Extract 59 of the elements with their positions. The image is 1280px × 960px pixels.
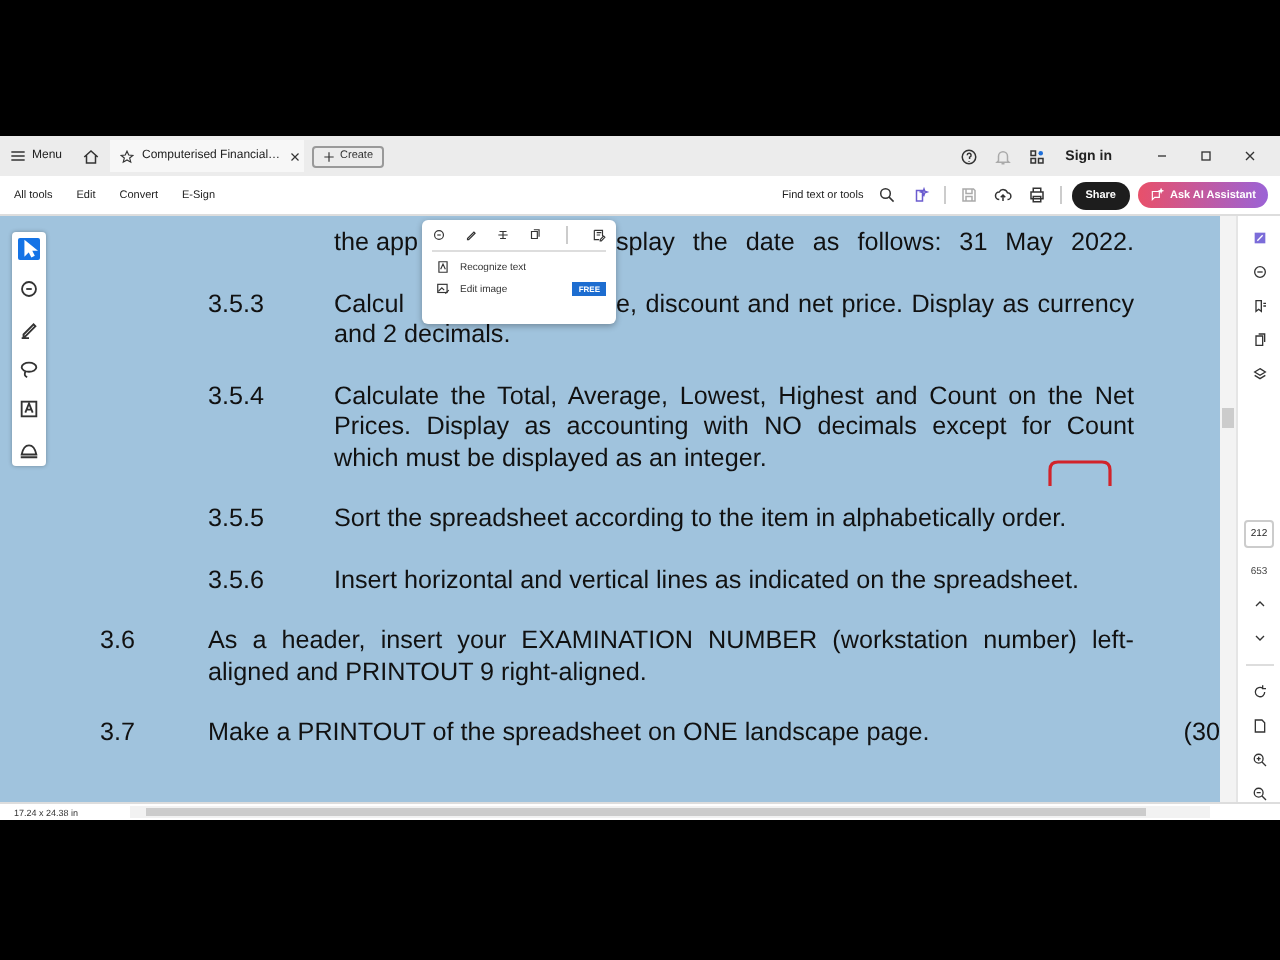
pen-icon[interactable] — [464, 228, 478, 242]
upload-icon[interactable] — [993, 186, 1012, 204]
lasso-icon[interactable] — [18, 358, 40, 380]
sparkle-document-icon[interactable] — [911, 186, 930, 204]
strikethrough-icon[interactable] — [496, 228, 510, 242]
text-box-icon[interactable] — [18, 398, 40, 420]
bookmark-icon[interactable] — [1251, 298, 1267, 314]
search-icon[interactable] — [877, 186, 896, 204]
text-fragment: and 2 decimals. — [334, 320, 513, 351]
circle-icon[interactable] — [18, 278, 40, 300]
text-document-icon — [436, 260, 450, 274]
text-fragment: Calcul — [334, 289, 404, 320]
section-number: 3.5.3 — [208, 289, 267, 320]
pen-icon[interactable] — [18, 318, 40, 340]
text-fragment: splay the date as follows: 31 May 2022. — [616, 228, 1134, 259]
paragraph: As a header, insert your EXAMINATION NUMBER (workstation number) left- aligned and PRINTOUT 9 right-aligned. — [208, 626, 1134, 688]
close-icon[interactable] — [288, 149, 303, 163]
home-icon[interactable] — [82, 147, 101, 165]
edit-pdf-icon[interactable] — [1251, 230, 1267, 246]
restore-icon[interactable] — [1198, 148, 1214, 164]
print-icon[interactable] — [1027, 186, 1046, 204]
paragraph: Sort the spreadsheet according to the item in alphabetically order. — [334, 504, 1069, 535]
paragraph: Insert horizontal and vertical lines as indicated on the spreadsheet. — [334, 565, 1081, 596]
close-icon[interactable] — [1242, 148, 1258, 164]
chevron-up-icon[interactable] — [1251, 596, 1267, 612]
help-icon[interactable] — [959, 147, 978, 165]
chat-sparkle-icon — [1150, 188, 1164, 202]
paragraph: Make a PRINTOUT of the spreadsheet on ONE landscape page. — [208, 718, 932, 749]
cursor-icon[interactable] — [18, 238, 40, 260]
scroll-thumb[interactable] — [1222, 408, 1234, 428]
scroll-thumb[interactable] — [146, 808, 1146, 816]
section-number: 3.5.5 — [208, 504, 267, 535]
comment-icon[interactable] — [1251, 264, 1267, 280]
star-icon — [120, 149, 135, 163]
apps-icon[interactable] — [1027, 147, 1046, 165]
zoom-in-icon[interactable] — [1251, 752, 1267, 768]
layers-icon[interactable] — [1251, 366, 1267, 382]
edit-document-icon[interactable] — [592, 228, 606, 242]
document-icon[interactable] — [1251, 718, 1267, 734]
menu-icon — [10, 148, 26, 164]
text-fragment: the app — [334, 228, 419, 259]
horizontal-scrollbar[interactable] — [130, 806, 1210, 818]
rotate-icon[interactable] — [1251, 684, 1267, 700]
plus-icon — [322, 149, 337, 163]
vertical-scrollbar[interactable] — [1220, 216, 1236, 802]
paragraph: Calculate the Total, Average, Lowest, Highest and Count on the Net Prices. Display as accounting with NO decimals except for Count which must be displayed as an integer. — [334, 381, 1134, 474]
bracket-mark — [1048, 460, 1112, 488]
zoom-out-icon[interactable] — [1251, 786, 1267, 802]
copy-icon[interactable] — [528, 228, 542, 242]
text-fragment: e, discount and net price. Display as currency — [616, 289, 1134, 320]
pages-icon[interactable] — [1251, 332, 1267, 348]
section-number: 3.5.6 — [208, 565, 267, 596]
section-number: 3.6 — [100, 626, 138, 657]
section-number: 3.7 — [100, 718, 138, 749]
marks-text: (30 — [1183, 718, 1220, 749]
chevron-down-icon[interactable] — [1251, 630, 1267, 646]
section-number: 3.5.4 — [208, 381, 267, 412]
image-edit-icon — [436, 282, 450, 296]
circle-icon[interactable] — [432, 228, 446, 242]
